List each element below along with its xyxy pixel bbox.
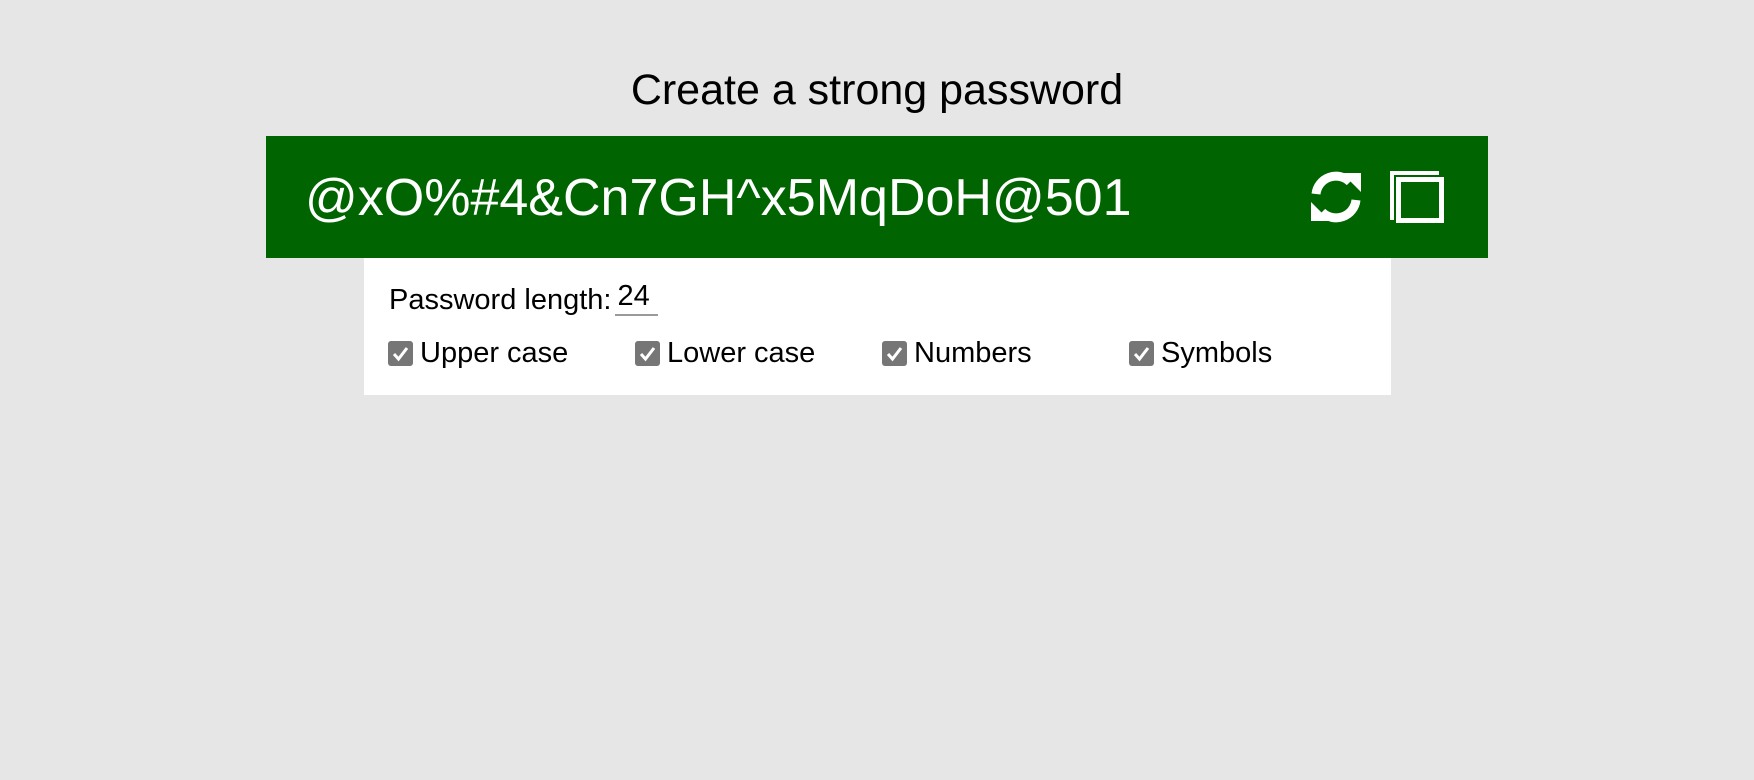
numbers-label: Numbers: [914, 337, 1032, 369]
page-title: Create a strong password: [630, 66, 1124, 114]
symbols-label: Symbols: [1161, 337, 1273, 369]
copy-icon: [1390, 171, 1444, 223]
password-length-label: Password length:: [389, 284, 612, 316]
page: Create a strong password @xO%#4&Cn7GH^x5…: [0, 0, 1754, 780]
copy-button[interactable]: [1386, 166, 1448, 228]
password-length-row: Password length:: [389, 278, 659, 318]
checkbox-checked-icon: [388, 340, 413, 366]
generated-password: @xO%#4&Cn7GH^x5MqDoH@501: [305, 169, 1132, 227]
password-length-input[interactable]: [615, 278, 659, 316]
lower-case-label: Lower case: [667, 337, 816, 369]
upper-case-label: Upper case: [420, 337, 569, 369]
refresh-button[interactable]: [1305, 166, 1367, 228]
checkbox-checked-icon: [1129, 340, 1154, 366]
symbols-checkbox[interactable]: Symbols: [1129, 333, 1272, 373]
upper-case-checkbox[interactable]: Upper case: [388, 333, 568, 373]
password-display-bar: @xO%#4&Cn7GH^x5MqDoH@501: [266, 136, 1488, 258]
refresh-icon: [1311, 171, 1361, 223]
checkbox-checked-icon: [635, 340, 660, 366]
numbers-checkbox[interactable]: Numbers: [882, 333, 1032, 373]
checkbox-checked-icon: [882, 340, 907, 366]
options-panel: Password length: Upper case Lower case: [364, 258, 1391, 395]
lower-case-checkbox[interactable]: Lower case: [635, 333, 815, 373]
